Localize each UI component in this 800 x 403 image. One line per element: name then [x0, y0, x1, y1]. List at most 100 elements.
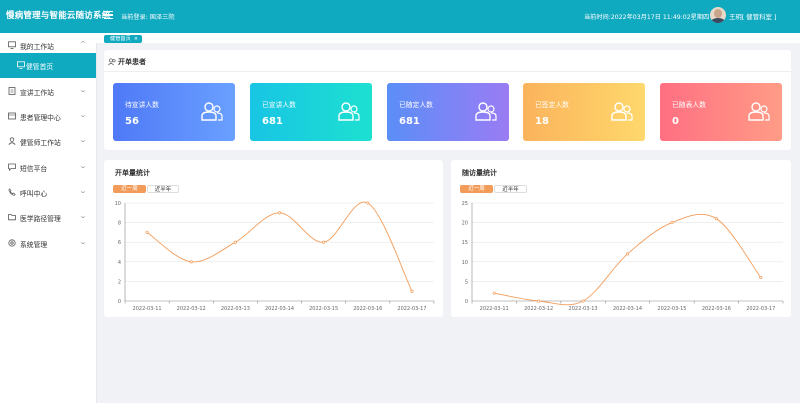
menu-toggle-icon[interactable] — [104, 11, 113, 19]
sidebar-item-system[interactable]: 系统管理 ⌄ — [0, 231, 96, 256]
close-icon[interactable]: × — [134, 36, 138, 42]
y-tick-label: 5 — [465, 279, 468, 285]
sidebar-item-label: 健管师工作站 — [20, 139, 61, 147]
sidebar-item-label: 系统管理 — [20, 241, 48, 249]
x-tick-label: 2022-03-16 — [702, 306, 731, 312]
login-info: 当前登录: 国泽三院 — [121, 14, 175, 21]
data-point — [410, 289, 414, 293]
stat-tile-followup-set[interactable]: 已随定人数 681 — [387, 83, 509, 141]
data-point — [670, 221, 674, 225]
y-tick-label: 10 — [115, 201, 121, 207]
user-name[interactable]: 王玥[ 健管科室 ] — [729, 12, 776, 21]
stat-label: 已随表人数 — [672, 101, 706, 109]
data-point — [714, 217, 718, 221]
x-tick-label: 2022-03-16 — [353, 306, 382, 312]
stat-label: 待宣讲人数 — [125, 101, 159, 109]
y-tick-label: 25 — [462, 201, 468, 207]
sidebar-item-label: 宣讲工作站 — [20, 89, 54, 97]
user-icon — [8, 137, 16, 145]
data-point — [322, 240, 326, 244]
doc-icon — [8, 87, 16, 95]
y-tick-label: 10 — [462, 260, 468, 266]
orders-line-chart: 0 2 4 6 8 10 2022-03-11 2022-03-12 2022-03-13 202… — [115, 201, 435, 312]
stat-value: 0 — [672, 116, 679, 127]
chart-title: 开单量统计 — [115, 169, 150, 177]
x-tick-label: 2022-03-17 — [397, 306, 426, 312]
followup-line-chart: 0 5 10 15 20 25 2022-03-11 2022-03-12 2022-03-13… — [462, 201, 784, 312]
monitor-icon — [8, 41, 16, 49]
stat-tile-signed[interactable]: 已签定人数 18 — [523, 83, 645, 141]
chevron-down-icon: ⌄ — [78, 162, 88, 170]
x-tick-label: 2022-03-17 — [746, 306, 775, 312]
stat-value: 18 — [535, 116, 549, 127]
data-point — [233, 240, 237, 244]
avatar[interactable] — [710, 7, 726, 23]
tab-half-year[interactable]: 近半年 — [147, 185, 179, 193]
data-point — [625, 252, 630, 256]
chevron-down-icon: ⌄ — [78, 212, 88, 220]
y-tick-label: 8 — [118, 221, 121, 227]
sidebar: 我的工作站 ⌃ 健管首页 宣讲工作站 ⌄ 患者管理中心 ⌄ 健管师工作站 ⌄ 短… — [0, 33, 97, 403]
x-tick-label: 2022-03-11 — [480, 306, 509, 312]
sidebar-item-label: 我的工作站 — [20, 43, 54, 51]
y-tick-label: 20 — [462, 221, 468, 227]
tab-half-year[interactable]: 近半年 — [494, 185, 527, 193]
chevron-down-icon: ⌄ — [78, 111, 88, 119]
y-tick-label: 0 — [465, 299, 468, 305]
stat-tile-pending-lecture[interactable]: 待宣讲人数 56 — [113, 83, 235, 141]
users-icon — [475, 102, 497, 121]
stat-value: 681 — [262, 116, 283, 127]
stat-tile-followup-table[interactable]: 已随表人数 0 — [660, 83, 782, 141]
y-tick-label: 0 — [118, 299, 121, 305]
divider — [104, 71, 791, 72]
tab-home[interactable]: 健管首页 × — [104, 35, 143, 43]
sidebar-item-label: 呼叫中心 — [20, 190, 48, 198]
y-tick-label: 4 — [118, 260, 121, 266]
folder-icon — [8, 214, 16, 221]
sidebar-item-label: 短信平台 — [20, 165, 48, 173]
chat-icon — [8, 163, 16, 171]
chevron-down-icon: ⌄ — [78, 187, 88, 195]
data-point — [759, 275, 763, 280]
data-point — [189, 260, 193, 264]
y-tick-label: 2 — [118, 279, 121, 285]
sidebar-item-home[interactable]: 健管首页 — [0, 53, 96, 78]
data-point — [366, 201, 370, 205]
users-icon — [201, 102, 223, 121]
x-tick-label: 2022-03-15 — [309, 306, 338, 312]
tab-bar: 健管首页 × — [96, 33, 800, 43]
sidebar-item-lecture[interactable]: 宣讲工作站 ⌄ — [0, 79, 96, 104]
stat-label: 已随定人数 — [399, 101, 433, 109]
tab-week[interactable]: 近一周 — [113, 185, 146, 193]
sidebar-item-manager[interactable]: 健管师工作站 ⌄ — [0, 129, 96, 154]
chevron-up-icon: ⌃ — [78, 40, 88, 48]
tab-label: 健管首页 — [110, 36, 131, 42]
sidebar-item-call-center[interactable]: 呼叫中心 ⌄ — [0, 180, 96, 205]
data-point — [277, 211, 282, 215]
x-tick-label: 2022-03-13 — [221, 306, 250, 312]
sidebar-item-patients[interactable]: 患者管理中心 ⌄ — [0, 104, 96, 129]
tab-week[interactable]: 近一周 — [460, 185, 493, 193]
phone-icon — [8, 188, 16, 196]
stat-tile-lectured[interactable]: 已宣讲人数 681 — [250, 83, 372, 141]
x-tick-label: 2022-03-15 — [657, 306, 686, 312]
stat-label: 已宣讲人数 — [262, 101, 296, 109]
chevron-down-icon: ⌄ — [78, 136, 88, 144]
series-line — [146, 201, 413, 292]
users-icon — [108, 58, 116, 66]
y-tick-label: 15 — [462, 240, 468, 246]
sidebar-item-medical-path[interactable]: 医学路径管理 ⌄ — [0, 205, 96, 230]
current-time: 当前时间:2022年03月17日 11:49:02星期四 — [584, 14, 710, 21]
x-tick-label: 2022-03-12 — [177, 306, 206, 312]
users-icon — [748, 102, 770, 121]
stat-value: 56 — [125, 116, 139, 127]
section-title: 开单患者 — [118, 58, 146, 66]
users-icon — [338, 102, 360, 121]
x-tick-label: 2022-03-13 — [569, 306, 598, 312]
card-icon — [8, 112, 16, 120]
y-tick-label: 6 — [118, 240, 121, 246]
data-point — [492, 291, 496, 295]
sidebar-item-label: 健管首页 — [26, 63, 54, 71]
sidebar-item-sms[interactable]: 短信平台 ⌄ — [0, 155, 96, 180]
stat-value: 681 — [399, 116, 420, 127]
